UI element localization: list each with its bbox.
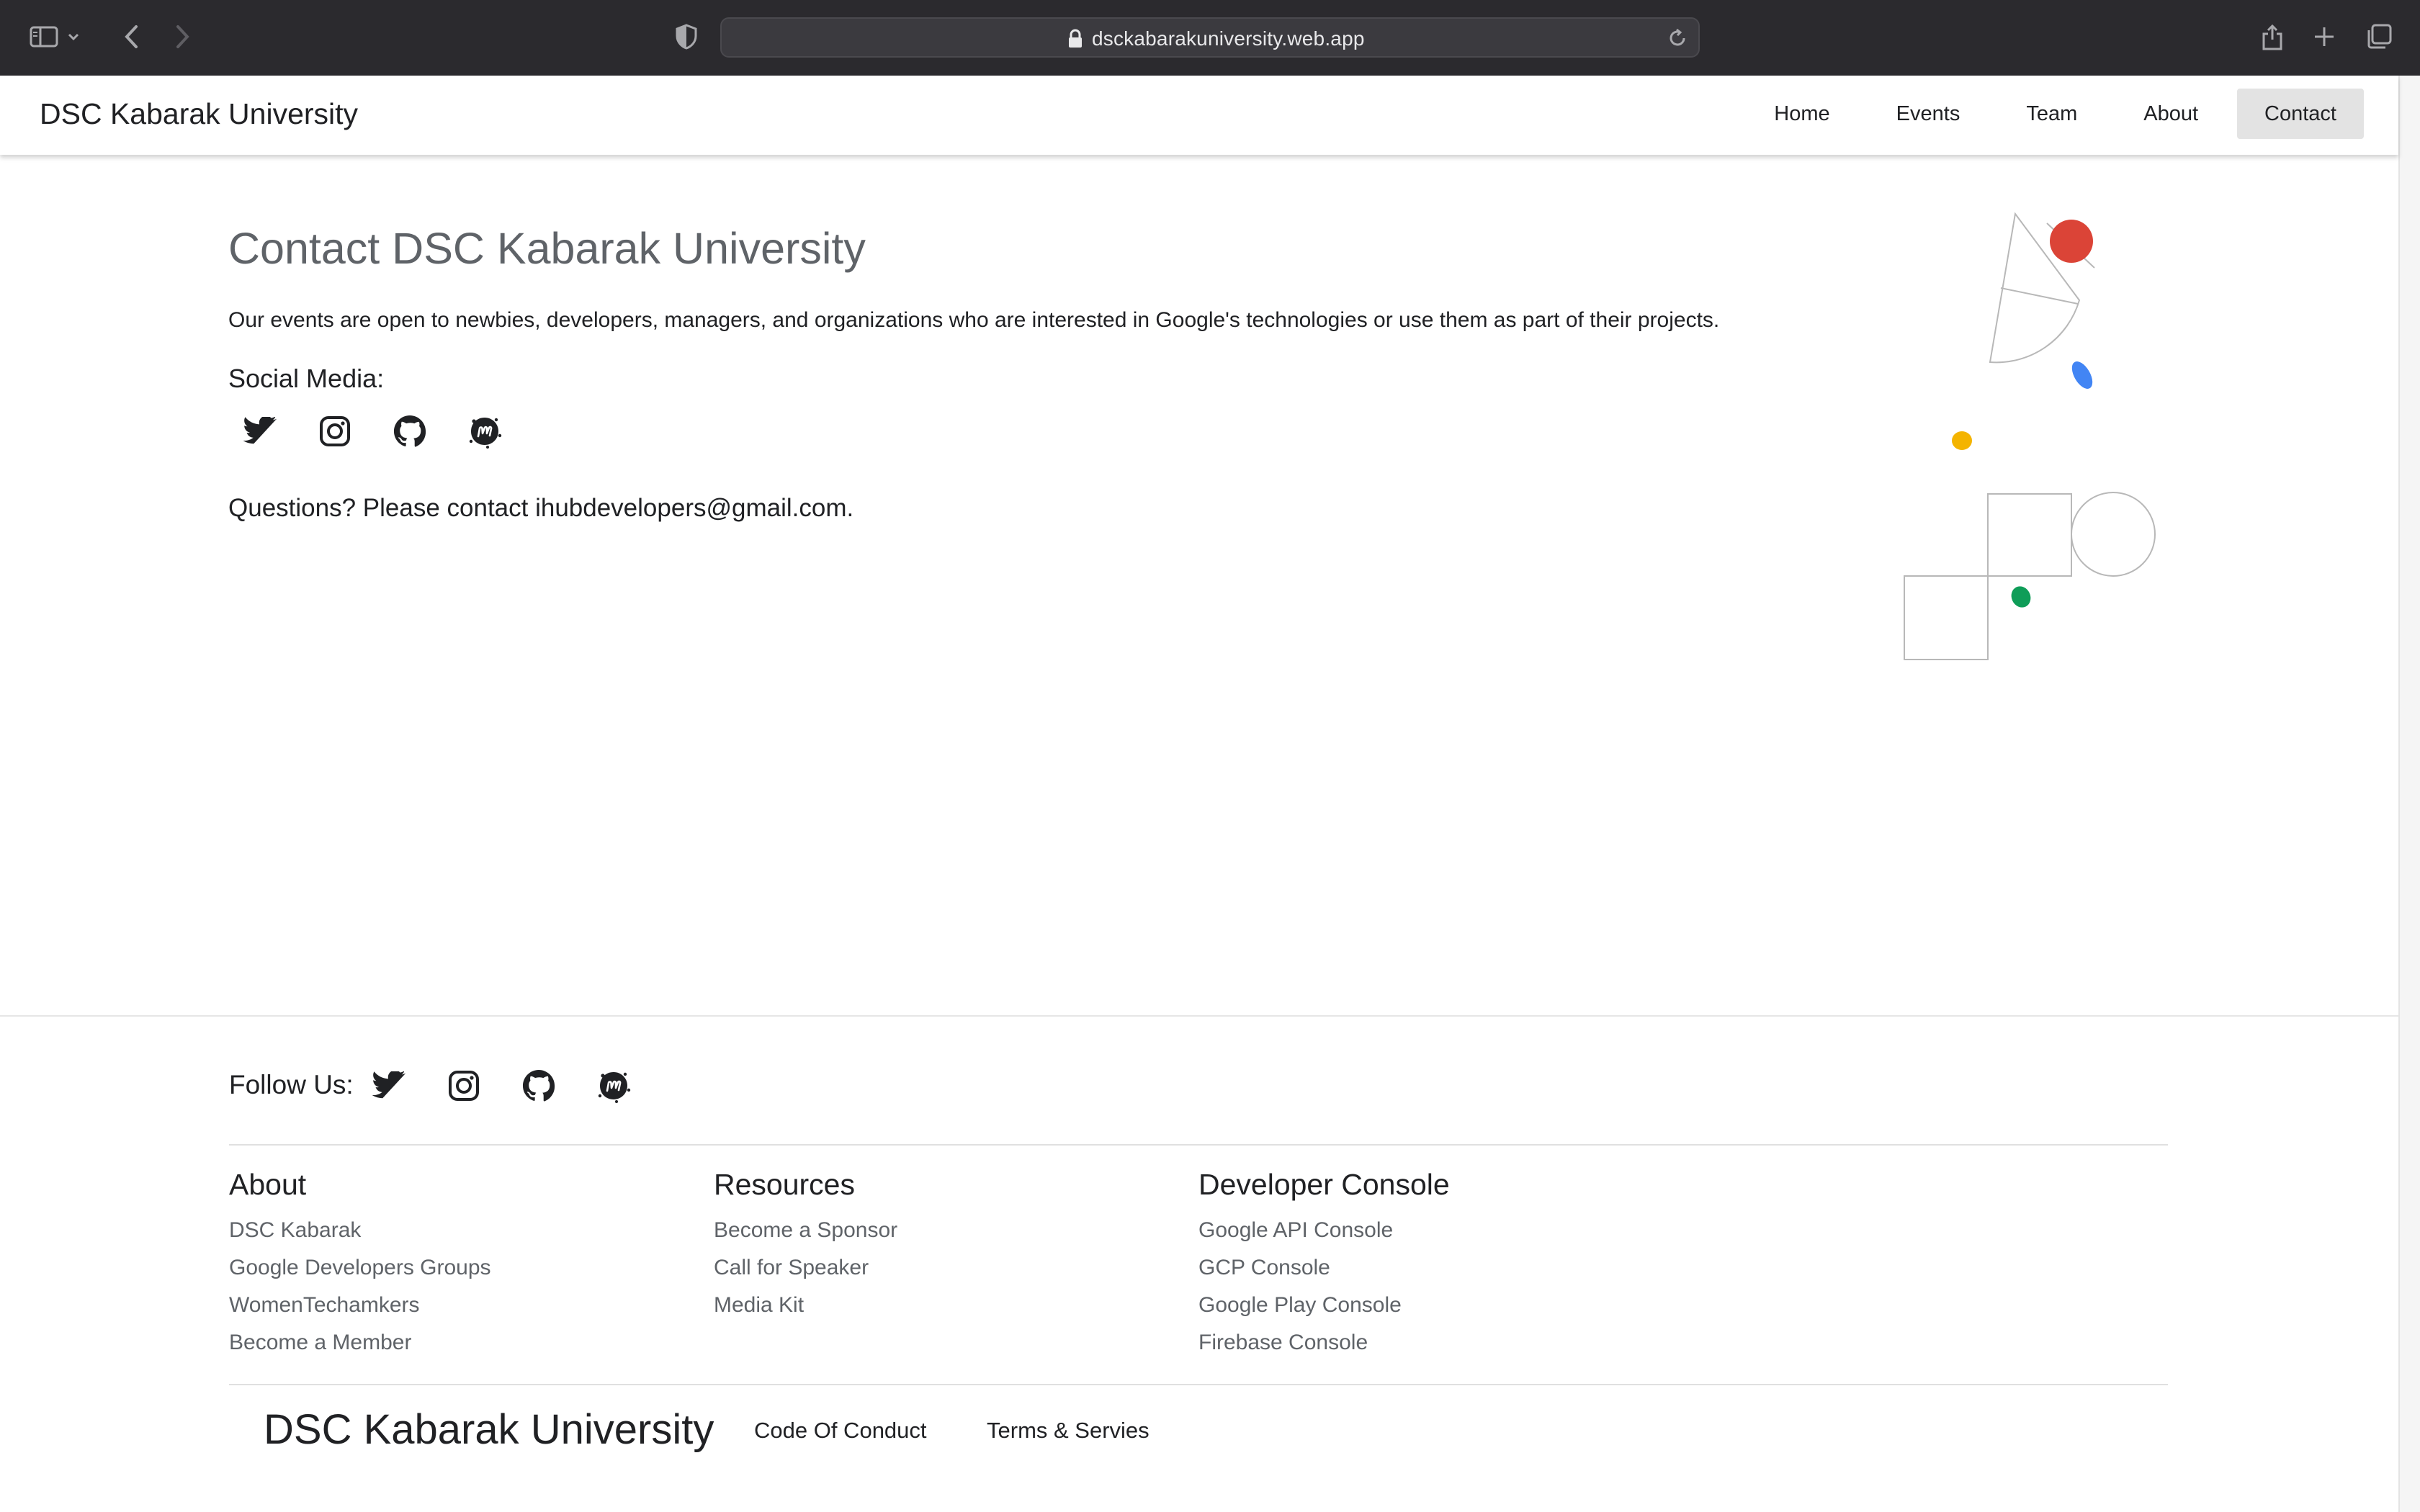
meetup-icon[interactable]: [596, 1068, 631, 1103]
blue-drop-shape: [2071, 361, 2093, 389]
terms-link[interactable]: Terms & Servies: [987, 1418, 1150, 1444]
address-bar[interactable]: dsckabarakuniversity.web.app: [720, 17, 1700, 58]
footer-link-google-play-console[interactable]: Google Play Console: [1198, 1287, 1450, 1324]
reload-icon[interactable]: [1667, 27, 1688, 49]
sidebar-toggle-icon[interactable]: [24, 19, 63, 55]
footer-column-heading: Developer Console: [1198, 1168, 1450, 1201]
twitter-icon[interactable]: [372, 1068, 406, 1103]
social-media-links: [243, 414, 502, 449]
social-media-label: Social Media:: [228, 364, 385, 393]
github-icon[interactable]: [521, 1068, 556, 1103]
footer-link-google-developers-groups[interactable]: Google Developers Groups: [229, 1249, 491, 1287]
footer-link-media-kit[interactable]: Media Kit: [714, 1287, 897, 1324]
github-icon[interactable]: [393, 414, 427, 449]
sidebar-chevron-down-icon[interactable]: [63, 19, 84, 55]
share-icon[interactable]: [2253, 19, 2292, 55]
nav-team[interactable]: Team: [1999, 89, 2105, 139]
lock-icon: [1067, 29, 1083, 49]
code-of-conduct-link[interactable]: Code Of Conduct: [754, 1418, 927, 1444]
footer-social-links: [372, 1068, 631, 1103]
nav-home[interactable]: Home: [1747, 89, 1857, 139]
forward-icon[interactable]: [163, 19, 202, 55]
decorative-shapes-graphic: [1904, 212, 2156, 660]
footer-link-become-sponsor[interactable]: Become a Sponsor: [714, 1212, 897, 1249]
instagram-icon[interactable]: [447, 1068, 481, 1103]
new-tab-plus-icon[interactable]: [2305, 19, 2344, 55]
footer-column-about: About DSC Kabarak Google Developers Grou…: [229, 1168, 491, 1362]
footer-brand[interactable]: DSC Kabarak University: [264, 1405, 714, 1454]
site-footer: Follow Us: About DSC Kabarak Google Deve…: [0, 1015, 2398, 1512]
follow-us-label: Follow Us:: [229, 1070, 354, 1099]
privacy-shield-icon[interactable]: [667, 19, 706, 55]
footer-link-become-member[interactable]: Become a Member: [229, 1324, 491, 1362]
page-scrollbar-track[interactable]: [2398, 76, 2420, 1512]
nav-contact[interactable]: Contact: [2237, 89, 2364, 139]
red-circle-shape: [2050, 220, 2093, 263]
footer-link-womentechmakers[interactable]: WomenTechamkers: [229, 1287, 491, 1324]
back-icon[interactable]: [112, 19, 151, 55]
yellow-dot-shape: [1952, 431, 1972, 450]
tab-overview-icon[interactable]: [2360, 19, 2398, 55]
footer-link-call-for-speaker[interactable]: Call for Speaker: [714, 1249, 897, 1287]
browser-toolbar: dsckabarakuniversity.web.app: [0, 0, 2420, 76]
footer-column-resources: Resources Become a Sponsor Call for Spea…: [714, 1168, 897, 1324]
main-nav: Home Events Team About Contact: [1735, 89, 2364, 139]
intro-text: Our events are open to newbies, develope…: [228, 308, 1720, 332]
footer-divider: [229, 1144, 2168, 1146]
footer-column-developer-console: Developer Console Google API Console GCP…: [1198, 1168, 1450, 1362]
nav-about[interactable]: About: [2116, 89, 2226, 139]
green-drop-shape: [2011, 586, 2031, 608]
footer-link-dsc-kabarak[interactable]: DSC Kabarak: [229, 1212, 491, 1249]
page-title: Contact DSC Kabarak University: [228, 224, 866, 273]
instagram-icon[interactable]: [318, 414, 352, 449]
footer-column-heading: Resources: [714, 1168, 855, 1201]
url-text: dsckabarakuniversity.web.app: [1092, 27, 1365, 50]
footer-divider: [229, 1384, 2168, 1385]
contact-questions-text: Questions? Please contact ihubdevelopers…: [228, 494, 854, 522]
twitter-icon[interactable]: [243, 414, 277, 449]
footer-link-firebase-console[interactable]: Firebase Console: [1198, 1324, 1450, 1362]
meetup-icon[interactable]: [467, 414, 502, 449]
footer-link-google-api-console[interactable]: Google API Console: [1198, 1212, 1450, 1249]
nav-events[interactable]: Events: [1869, 89, 1988, 139]
footer-link-gcp-console[interactable]: GCP Console: [1198, 1249, 1450, 1287]
footer-column-heading: About: [229, 1168, 307, 1201]
site-header: DSC Kabarak University Home Events Team …: [0, 76, 2398, 155]
site-brand[interactable]: DSC Kabarak University: [40, 97, 358, 131]
